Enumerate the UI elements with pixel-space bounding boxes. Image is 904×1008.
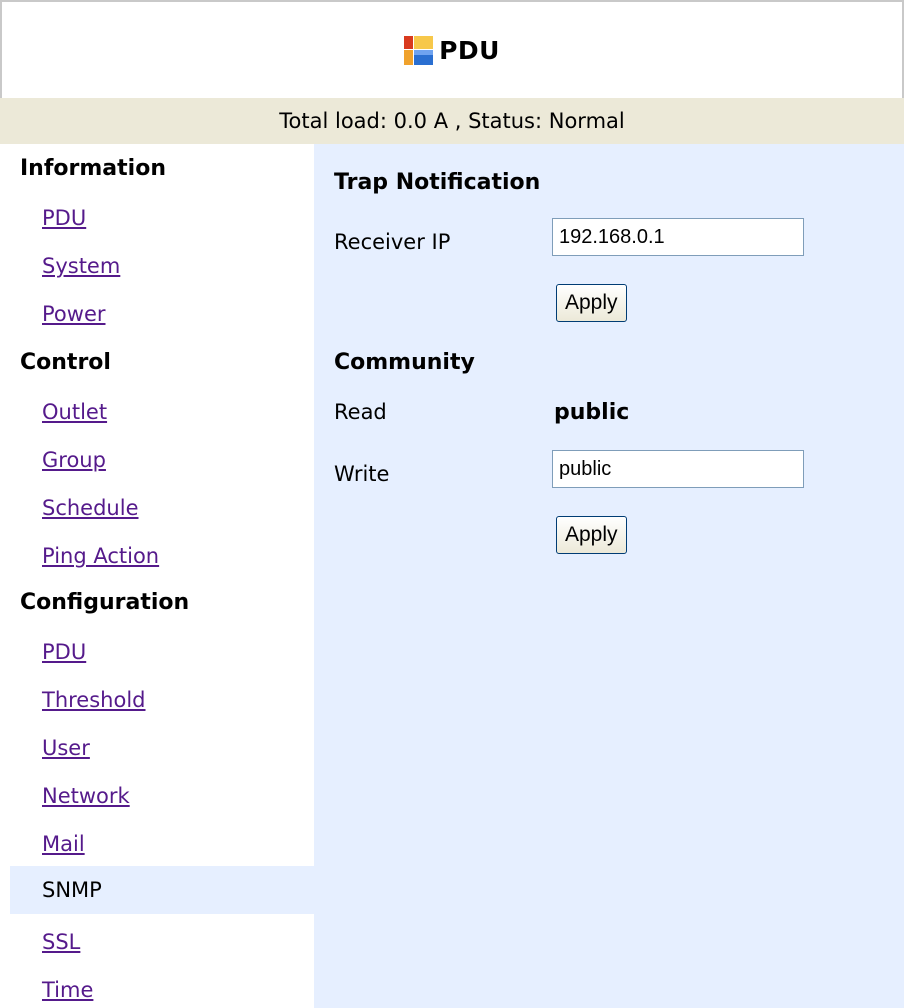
nav-section-control: Control — [20, 350, 111, 375]
header: PDU — [0, 0, 904, 98]
status-bar: Total load: 0.0 A , Status: Normal — [0, 98, 904, 144]
community-apply-button[interactable]: Apply — [556, 516, 627, 554]
snmp-settings-panel: Trap Notification Receiver IP Apply Comm… — [314, 144, 904, 1008]
nav-link-time[interactable]: Time — [42, 978, 93, 1002]
nav-section-information: Information — [20, 156, 166, 181]
sidebar: Information PDU System Power Control Out… — [0, 144, 314, 1008]
nav-link-info-pdu[interactable]: PDU — [42, 206, 86, 230]
community-heading: Community — [334, 350, 475, 375]
nav-section-configuration: Configuration — [20, 590, 190, 615]
receiver-ip-input[interactable] — [552, 218, 804, 256]
nav-item-snmp-label: SNMP — [42, 878, 102, 902]
nav-link-group[interactable]: Group — [42, 448, 106, 472]
nav-link-schedule[interactable]: Schedule — [42, 496, 139, 520]
nav-link-power[interactable]: Power — [42, 302, 106, 326]
receiver-ip-label: Receiver IP — [334, 230, 451, 254]
nav-item-snmp-active[interactable]: SNMP — [10, 866, 314, 914]
nav-link-network[interactable]: Network — [42, 784, 130, 808]
nav-link-outlet[interactable]: Outlet — [42, 400, 107, 424]
nav-link-ping-action[interactable]: Ping Action — [42, 544, 159, 568]
nav-link-mail[interactable]: Mail — [42, 832, 85, 856]
trap-apply-button[interactable]: Apply — [556, 284, 627, 322]
read-community-value: public — [554, 400, 630, 425]
nav-link-user[interactable]: User — [42, 736, 90, 760]
write-community-input[interactable] — [552, 450, 804, 488]
nav-link-threshold[interactable]: Threshold — [42, 688, 146, 712]
write-community-label: Write — [334, 462, 390, 486]
read-community-label: Read — [334, 400, 387, 424]
page: PDU Total load: 0.0 A , Status: Normal I… — [0, 0, 904, 1008]
nav-link-system[interactable]: System — [42, 254, 120, 278]
page-title: PDU — [439, 35, 500, 65]
nav-link-config-pdu[interactable]: PDU — [42, 640, 86, 664]
trap-notification-heading: Trap Notification — [334, 170, 541, 195]
pdu-logo-icon — [404, 35, 434, 65]
nav-link-ssl[interactable]: SSL — [42, 930, 80, 954]
